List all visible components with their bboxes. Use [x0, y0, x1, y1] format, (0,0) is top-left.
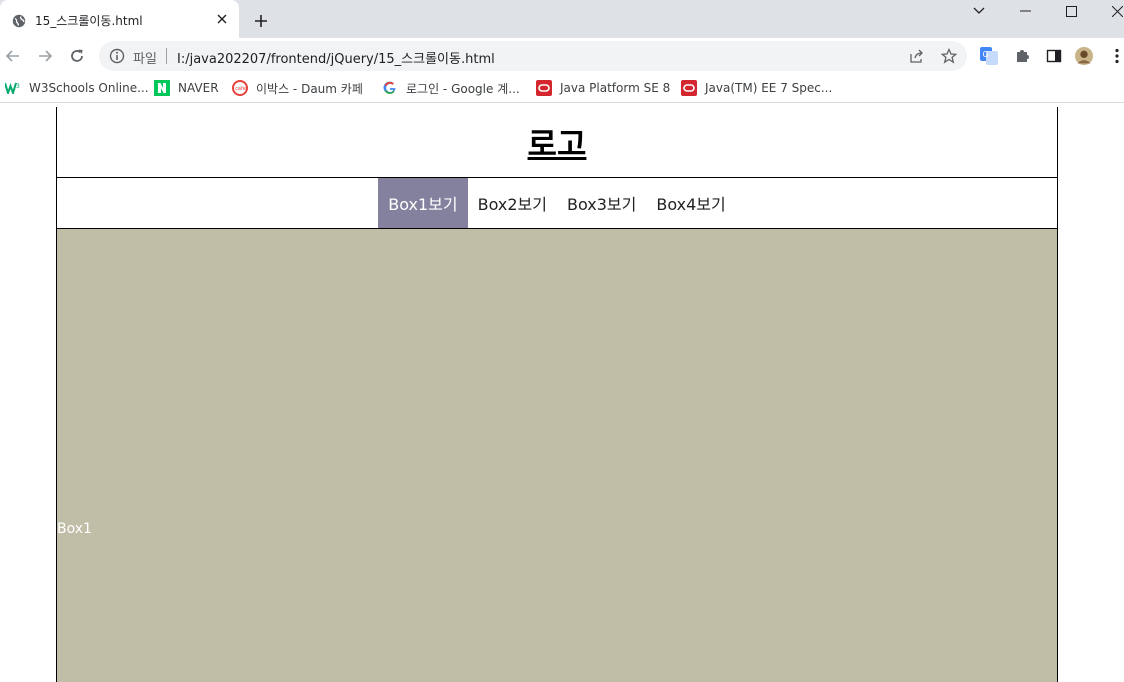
share-icon[interactable] [909, 48, 925, 64]
menu-item-box2[interactable]: Box2보기 [468, 178, 557, 228]
menu-item-box3[interactable]: Box3보기 [557, 178, 646, 228]
tab-title: 15_스크롤이동.html [35, 14, 143, 28]
svg-text:3: 3 [16, 83, 20, 90]
browser-toolbar: 파일 I:/java202207/frontend/jQuery/15_스크롤이… [0, 38, 1124, 74]
bookmark-w3schools[interactable]: 3 W3Schools Online... [5, 79, 149, 97]
site-info-icon[interactable] [109, 48, 125, 64]
box1-section: Box1 [57, 229, 1057, 682]
bookmark-label: 로그인 - Google 계... [406, 81, 520, 96]
bookmark-java-ee7[interactable]: Java(TM) EE 7 Spec... [681, 79, 832, 97]
minimize-icon[interactable] [1002, 0, 1048, 22]
url-text[interactable]: I:/java202207/frontend/jQuery/15_스크롤이동.h… [177, 48, 495, 67]
bookmark-google-login[interactable]: 로그인 - Google 계... [382, 79, 520, 97]
browser-tab[interactable]: 15_스크롤이동.html [0, 0, 239, 38]
address-bar[interactable]: 파일 I:/java202207/frontend/jQuery/15_스크롤이… [99, 41, 967, 71]
maximize-icon[interactable] [1048, 0, 1094, 22]
svg-text:G: G [983, 50, 989, 59]
page-viewport: 로고 Box1보기 Box2보기 Box3보기 Box4보기 Box1 [0, 107, 1124, 682]
daum-cafe-icon: cafe [232, 80, 248, 96]
side-panel-icon[interactable] [1045, 47, 1063, 65]
scroll-menu: Box1보기 Box2보기 Box3보기 Box4보기 [57, 178, 1057, 229]
profile-avatar[interactable] [1075, 47, 1093, 65]
omnibox-divider [166, 48, 167, 64]
back-icon[interactable] [3, 46, 23, 66]
tab-search-icon[interactable] [956, 0, 1002, 22]
w3schools-icon: 3 [5, 80, 21, 96]
bookmark-label: 이박스 - Daum 카페 [256, 81, 363, 96]
logo-header: 로고 [57, 107, 1057, 178]
menu-item-box4[interactable]: Box4보기 [646, 178, 735, 228]
globe-icon [12, 13, 26, 28]
tab-strip: 15_스크롤이동.html [0, 0, 1124, 38]
bookmark-naver[interactable]: NAVER [154, 79, 219, 97]
bookmark-label: Java(TM) EE 7 Spec... [705, 81, 833, 95]
svg-text:cafe: cafe [235, 86, 246, 92]
close-tab-icon[interactable] [214, 11, 230, 27]
translate-icon[interactable]: G [980, 47, 998, 65]
bookmark-java-se8[interactable]: Java Platform SE 8 [536, 79, 670, 97]
logo-link[interactable]: 로고 [528, 119, 587, 165]
bookmark-label: Java Platform SE 8 [560, 81, 671, 95]
close-window-icon[interactable] [1094, 0, 1124, 22]
naver-icon [154, 80, 170, 96]
bookmarks-bar: 3 W3Schools Online... NAVER cafe 이박스 - D… [0, 74, 1124, 103]
extensions-icon[interactable] [1013, 47, 1031, 65]
bookmark-label: NAVER [178, 81, 219, 95]
bookmark-label: W3Schools Online... [29, 81, 149, 95]
box1-label: Box1 [57, 521, 92, 537]
menu-item-box1[interactable]: Box1보기 [378, 178, 468, 228]
bookmark-star-icon[interactable] [940, 47, 958, 64]
menu-dots-icon[interactable] [1108, 47, 1124, 65]
forward-icon[interactable] [35, 46, 55, 66]
oracle-icon [681, 80, 697, 96]
new-tab-icon[interactable] [251, 11, 271, 31]
oracle-icon [536, 80, 552, 96]
reload-icon[interactable] [67, 46, 87, 66]
bookmark-daum-cafe[interactable]: cafe 이박스 - Daum 카페 [232, 79, 363, 97]
google-icon [382, 80, 398, 96]
scheme-label: 파일 [133, 52, 157, 67]
page-wrapper: 로고 Box1보기 Box2보기 Box3보기 Box4보기 Box1 [56, 107, 1058, 682]
